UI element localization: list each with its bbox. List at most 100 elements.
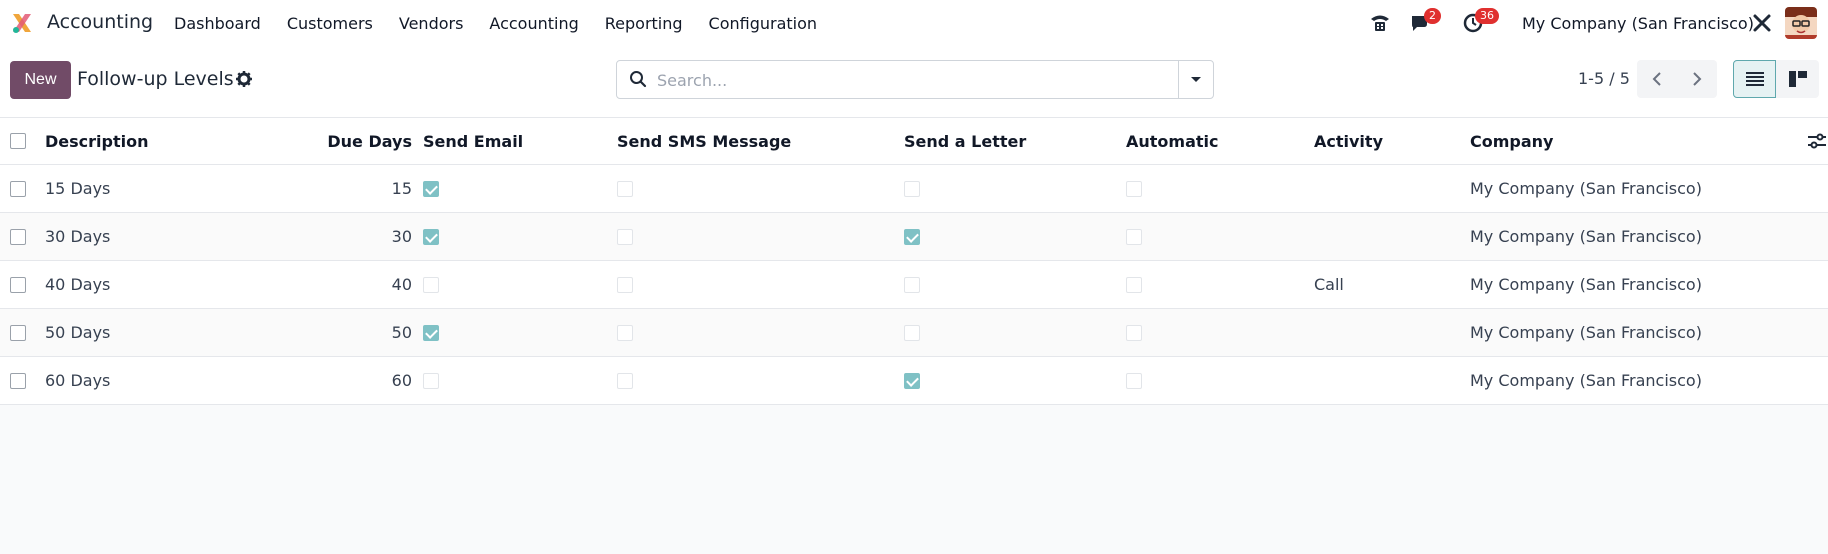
top-navbar: Accounting Dashboard Customers Vendors A…: [0, 0, 1828, 46]
col-send-letter[interactable]: Send a Letter: [904, 118, 1026, 164]
col-company[interactable]: Company: [1470, 118, 1553, 164]
due-days-cell: 60: [391, 371, 412, 390]
search-bar: [616, 60, 1214, 99]
row-select-checkbox[interactable]: [10, 324, 26, 341]
table-row[interactable]: 40 Days 40 Call My Company (San Francisco): [0, 261, 1828, 309]
new-button[interactable]: New: [10, 61, 71, 99]
automatic-checkbox: [1126, 180, 1142, 197]
table-row[interactable]: 30 Days 30 My Company (San Francisco): [0, 213, 1828, 261]
gear-icon[interactable]: [235, 70, 253, 88]
optional-columns-toggle[interactable]: [1808, 118, 1826, 164]
send-email-checkbox: [423, 276, 439, 293]
menu-configuration[interactable]: Configuration: [709, 14, 818, 33]
main-menu: Dashboard Customers Vendors Accounting R…: [174, 14, 843, 33]
send-letter-cell: [904, 357, 920, 404]
col-description[interactable]: Description: [45, 118, 148, 164]
app-name[interactable]: Accounting: [47, 11, 153, 33]
row-select-checkbox[interactable]: [10, 228, 26, 245]
company-cell: My Company (San Francisco): [1470, 179, 1702, 198]
send-sms-cell: [617, 309, 633, 356]
due-days-cell: 30: [391, 227, 412, 246]
col-automatic[interactable]: Automatic: [1126, 118, 1219, 164]
send-letter-checkbox: [904, 180, 920, 197]
send-letter-checkbox: [904, 228, 920, 245]
menu-dashboard[interactable]: Dashboard: [174, 14, 261, 33]
send-sms-cell: [617, 261, 633, 308]
menu-reporting[interactable]: Reporting: [605, 14, 683, 33]
send-letter-checkbox: [904, 324, 920, 341]
chevron-right-icon: [1693, 72, 1702, 86]
description-cell: 40 Days: [45, 275, 111, 294]
kanban-view-button[interactable]: [1776, 60, 1819, 98]
col-due-days[interactable]: Due Days: [280, 118, 412, 164]
send-letter-cell: [904, 213, 920, 260]
table-row[interactable]: 15 Days 15 My Company (San Francisco): [0, 165, 1828, 213]
automatic-checkbox: [1126, 324, 1142, 341]
description-cell: 50 Days: [45, 323, 111, 342]
company-cell: My Company (San Francisco): [1470, 275, 1702, 294]
row-select-cell: [10, 213, 26, 260]
row-select-checkbox[interactable]: [10, 180, 26, 197]
send-letter-checkbox: [904, 372, 920, 389]
activity-cell: Call: [1314, 275, 1344, 294]
select-all-checkbox[interactable]: [10, 133, 26, 149]
col-send-email[interactable]: Send Email: [423, 118, 523, 164]
row-select-checkbox[interactable]: [10, 372, 26, 389]
list-view-button[interactable]: [1733, 60, 1776, 98]
menu-vendors[interactable]: Vendors: [399, 14, 464, 33]
row-select-cell: [10, 165, 26, 212]
send-email-cell: [423, 357, 439, 404]
automatic-cell: [1126, 165, 1142, 212]
send-sms-cell: [617, 213, 633, 260]
activities-badge: 36: [1475, 8, 1499, 24]
send-sms-cell: [617, 165, 633, 212]
chevron-left-icon: [1652, 72, 1661, 86]
company-cell: My Company (San Francisco): [1470, 227, 1702, 246]
automatic-checkbox: [1126, 372, 1142, 389]
company-switcher[interactable]: My Company (San Francisco): [1522, 14, 1754, 33]
search-options-toggle[interactable]: [1178, 61, 1213, 98]
tools-icon[interactable]: [1752, 13, 1772, 33]
send-email-cell: [423, 213, 439, 260]
menu-customers[interactable]: Customers: [287, 14, 373, 33]
table-row[interactable]: 60 Days 60 My Company (San Francisco): [0, 357, 1828, 405]
send-letter-cell: [904, 165, 920, 212]
send-email-checkbox: [423, 228, 439, 245]
pager-next-button[interactable]: [1677, 60, 1717, 98]
description-cell: 30 Days: [45, 227, 111, 246]
description-cell: 60 Days: [45, 371, 111, 390]
send-email-cell: [423, 309, 439, 356]
optional-columns-icon: [1808, 133, 1826, 149]
page-title: Follow-up Levels: [77, 68, 234, 90]
select-all-cell: [10, 118, 26, 164]
pager-previous-button[interactable]: [1637, 60, 1677, 98]
table-row[interactable]: 50 Days 50 My Company (San Francisco): [0, 309, 1828, 357]
due-days-cell: 15: [391, 179, 412, 198]
kanban-view-icon: [1788, 71, 1807, 87]
search-input[interactable]: [657, 68, 1157, 92]
automatic-cell: [1126, 309, 1142, 356]
row-select-checkbox[interactable]: [10, 276, 26, 293]
avatar[interactable]: [1785, 7, 1817, 39]
automatic-checkbox: [1126, 228, 1142, 245]
send-letter-checkbox: [904, 276, 920, 293]
send-sms-checkbox: [617, 372, 633, 389]
automatic-cell: [1126, 261, 1142, 308]
send-email-cell: [423, 261, 439, 308]
send-sms-checkbox: [617, 228, 633, 245]
due-days-cell: 40: [391, 275, 412, 294]
row-select-cell: [10, 309, 26, 356]
pager-value[interactable]: 1-5 / 5: [1578, 69, 1630, 88]
send-email-checkbox: [423, 372, 439, 389]
automatic-checkbox: [1126, 276, 1142, 293]
automatic-cell: [1126, 213, 1142, 260]
app-logo-icon[interactable]: [10, 11, 34, 35]
col-send-sms[interactable]: Send SMS Message: [617, 118, 791, 164]
menu-accounting[interactable]: Accounting: [489, 14, 578, 33]
col-activity[interactable]: Activity: [1314, 118, 1383, 164]
control-panel: New Follow-up Levels 1-5 / 5: [0, 46, 1828, 118]
phone-icon[interactable]: [1369, 12, 1391, 34]
send-sms-cell: [617, 357, 633, 404]
company-cell: My Company (San Francisco): [1470, 371, 1702, 390]
send-sms-checkbox: [617, 180, 633, 197]
